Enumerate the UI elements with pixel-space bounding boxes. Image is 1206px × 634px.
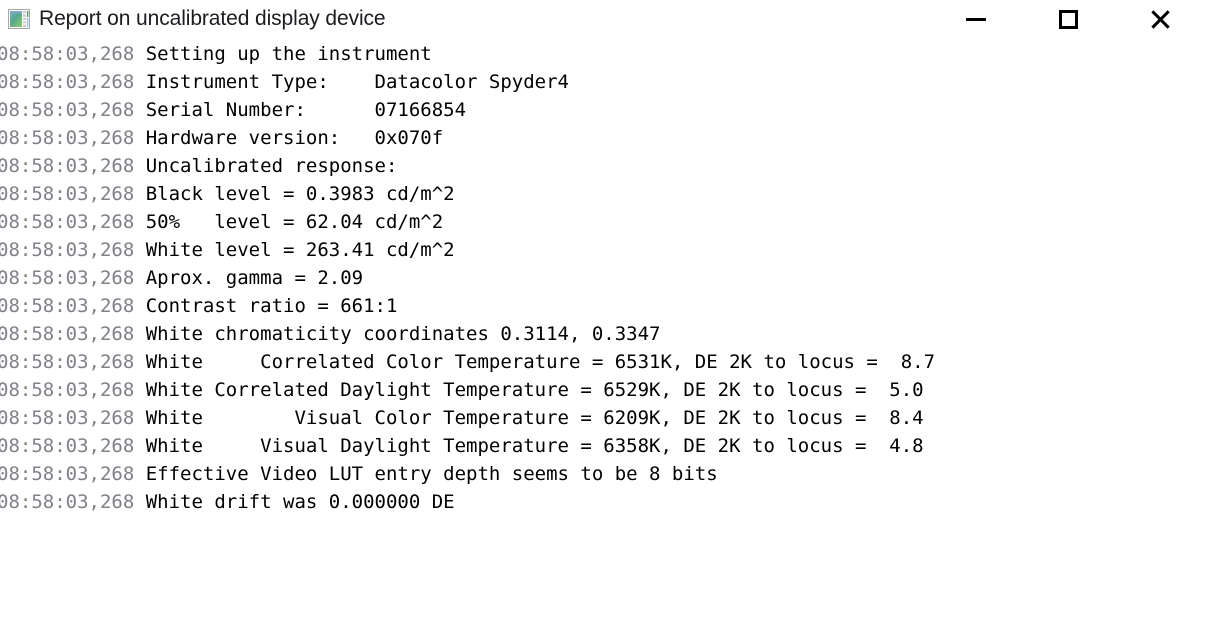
log-line: 08:58:03,268 White Visual Color Temperat… <box>0 404 1206 432</box>
log-timestamp: 08:58:03,268 <box>0 155 135 177</box>
log-timestamp: 08:58:03,268 <box>0 407 135 429</box>
log-message: Black level = 0.3983 cd/m^2 <box>145 183 455 205</box>
log-message: Contrast ratio = 661:1 <box>145 295 398 317</box>
log-line: 08:58:03,268 White level = 263.41 cd/m^2 <box>0 236 1206 264</box>
close-icon <box>1150 9 1170 29</box>
log-timestamp: 08:58:03,268 <box>0 323 135 345</box>
maximize-icon <box>1058 9 1078 29</box>
log-timestamp: 08:58:03,268 <box>0 351 135 373</box>
report-log-output[interactable]: 08:58:03,268 Setting up the instrument 08… <box>0 38 1206 634</box>
log-line: 08:58:03,268 Uncalibrated response: <box>0 152 1206 180</box>
log-line: 08:58:03,268 Black level = 0.3983 cd/m^2 <box>0 180 1206 208</box>
log-timestamp: 08:58:03,268 <box>0 295 135 317</box>
log-line: 08:58:03,268 White Correlated Color Temp… <box>0 348 1206 376</box>
log-line: 08:58:03,268 Serial Number: 07166854 <box>0 96 1206 124</box>
log-message: Instrument Type: Datacolor Spyder4 <box>145 71 569 93</box>
log-timestamp: 08:58:03,268 <box>0 71 135 93</box>
log-line: 08:58:03,268 Effective Video LUT entry d… <box>0 460 1206 488</box>
log-message: White Correlated Daylight Temperature = … <box>145 379 924 401</box>
log-line: 08:58:03,268 White chromaticity coordina… <box>0 320 1206 348</box>
log-line: 08:58:03,268 Hardware version: 0x070f <box>0 124 1206 152</box>
log-timestamp: 08:58:03,268 <box>0 435 135 457</box>
maximize-button[interactable] <box>1022 0 1114 38</box>
log-separator <box>134 379 145 401</box>
close-button[interactable] <box>1114 0 1206 38</box>
log-separator <box>134 211 145 233</box>
report-window-icon <box>8 9 30 29</box>
log-separator <box>134 351 145 373</box>
window-title: Report on uncalibrated display device <box>39 7 386 30</box>
log-message: White Visual Color Temperature = 6209K, … <box>145 407 924 429</box>
log-timestamp: 08:58:03,268 <box>0 239 135 261</box>
log-line: 08:58:03,268 White Visual Daylight Tempe… <box>0 432 1206 460</box>
log-separator <box>134 267 145 289</box>
log-message: Uncalibrated response: <box>145 155 398 177</box>
log-timestamp: 08:58:03,268 <box>0 99 135 121</box>
log-timestamp: 08:58:03,268 <box>0 491 135 513</box>
minimize-icon <box>966 17 986 21</box>
log-separator <box>134 435 145 457</box>
log-message: Hardware version: 0x070f <box>145 127 444 149</box>
log-separator <box>134 407 145 429</box>
window-controls <box>930 0 1206 38</box>
log-separator <box>134 323 145 345</box>
log-timestamp: 08:58:03,268 <box>0 127 135 149</box>
log-message: Aprox. gamma = 2.09 <box>145 267 364 289</box>
log-separator <box>134 183 145 205</box>
minimize-button[interactable] <box>930 0 1022 38</box>
log-line: 08:58:03,268 Aprox. gamma = 2.09 <box>0 264 1206 292</box>
log-message: Setting up the instrument <box>145 43 432 65</box>
log-separator <box>134 491 145 513</box>
log-line: 08:58:03,268 Instrument Type: Datacolor … <box>0 68 1206 96</box>
log-separator <box>134 155 145 177</box>
log-separator <box>134 463 145 485</box>
log-timestamp: 08:58:03,268 <box>0 379 135 401</box>
log-timestamp: 08:58:03,268 <box>0 183 135 205</box>
log-line: 08:58:03,268 50% level = 62.04 cd/m^2 <box>0 208 1206 236</box>
log-message: White Visual Daylight Temperature = 6358… <box>145 435 924 457</box>
log-separator <box>134 71 145 93</box>
log-line: 08:58:03,268 Setting up the instrument <box>0 40 1206 68</box>
window-title-bar: Report on uncalibrated display device <box>0 0 1206 38</box>
log-separator <box>134 43 145 65</box>
log-line: 08:58:03,268 White Correlated Daylight T… <box>0 376 1206 404</box>
log-line: 08:58:03,268 White drift was 0.000000 DE <box>0 488 1206 516</box>
log-separator <box>134 127 145 149</box>
log-timestamp: 08:58:03,268 <box>0 211 135 233</box>
log-message: White Correlated Color Temperature = 653… <box>145 351 936 373</box>
log-timestamp: 08:58:03,268 <box>0 43 135 65</box>
log-message: Serial Number: 07166854 <box>145 99 467 121</box>
log-message: 50% level = 62.04 cd/m^2 <box>145 211 444 233</box>
log-message: White level = 263.41 cd/m^2 <box>145 239 455 261</box>
log-timestamp: 08:58:03,268 <box>0 267 135 289</box>
log-message: White chromaticity coordinates 0.3114, 0… <box>145 323 661 345</box>
log-message: White drift was 0.000000 DE <box>145 491 455 513</box>
log-separator <box>134 239 145 261</box>
log-timestamp: 08:58:03,268 <box>0 463 135 485</box>
log-separator <box>134 295 145 317</box>
log-line: 08:58:03,268 Contrast ratio = 661:1 <box>0 292 1206 320</box>
log-separator <box>134 99 145 121</box>
log-message: Effective Video LUT entry depth seems to… <box>145 463 718 485</box>
